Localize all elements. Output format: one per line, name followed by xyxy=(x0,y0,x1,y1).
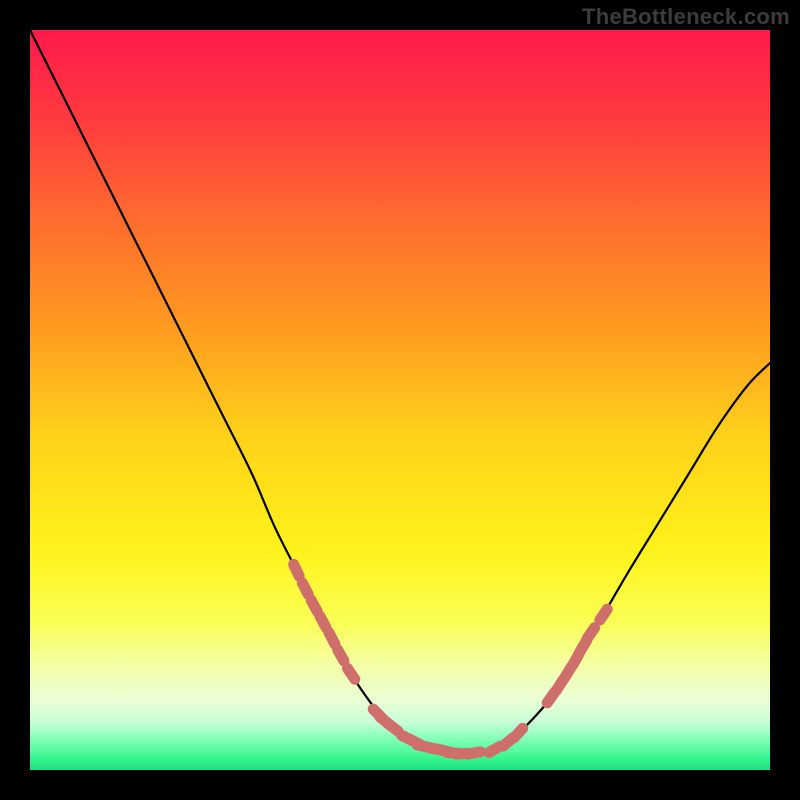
marker-point xyxy=(348,668,355,679)
marker-point xyxy=(302,583,308,595)
watermark-text: TheBottleneck.com xyxy=(582,4,790,30)
plot-background xyxy=(30,30,770,770)
marker-point xyxy=(387,723,397,731)
marker-point xyxy=(600,609,607,620)
chart-frame: TheBottleneck.com xyxy=(0,0,800,800)
marker-point xyxy=(587,628,594,639)
marker-point xyxy=(294,564,300,576)
marker-point xyxy=(311,600,317,611)
marker-point xyxy=(320,616,326,627)
marker-point xyxy=(338,650,344,661)
bottleneck-plot xyxy=(30,30,770,770)
marker-point xyxy=(468,752,481,754)
marker-point xyxy=(514,728,523,738)
marker-point xyxy=(329,633,335,645)
